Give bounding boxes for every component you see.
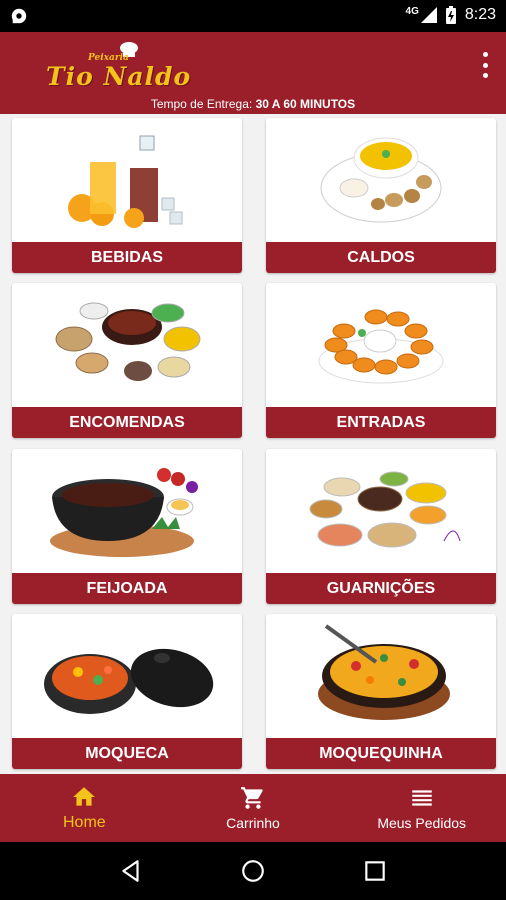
bottom-navigation: Home Carrinho Meus Pedidos [0, 774, 506, 842]
category-label: CALDOS [266, 242, 496, 273]
overflow-menu-icon[interactable] [480, 52, 490, 78]
category-card-caldos[interactable]: CALDOS [266, 118, 496, 273]
category-label: MOQUEQUINHA [266, 738, 496, 769]
orders-image [55, 302, 201, 381]
nav-home-label: Home [62, 814, 106, 831]
moqueca-image [44, 648, 214, 714]
category-card-bebidas[interactable]: BEBIDAS [12, 118, 242, 273]
network-type: 4G [405, 5, 419, 17]
side-dishes-image [309, 471, 461, 548]
status-bar: 4G 8:23 [0, 0, 506, 32]
delivery-time: Tempo de Entrega: 30 A 60 MINUTOS [0, 97, 506, 111]
home-circle-icon[interactable] [240, 858, 266, 884]
category-card-moqueca[interactable]: MOQUECA [12, 614, 242, 769]
moquequinha-image [318, 624, 450, 720]
appetizers-image [318, 309, 444, 384]
cart-icon [241, 787, 263, 809]
brand-logo: Peixaria Tio Naldo [44, 42, 190, 94]
category-label: FEIJOADA [12, 573, 242, 604]
status-time: 8:23 [464, 6, 496, 23]
category-label: BEBIDAS [12, 242, 242, 273]
delivery-label: Tempo de Entrega: [150, 97, 256, 111]
category-card-guarnicoes[interactable]: GUARNIÇÕES [266, 449, 496, 604]
notification-icon [11, 8, 27, 24]
nav-cart-label: Carrinho [226, 815, 280, 831]
list-icon [411, 790, 432, 806]
category-label: MOQUECA [12, 738, 242, 769]
category-card-encomendas[interactable]: ENCOMENDAS [12, 283, 242, 438]
battery-icon [445, 6, 456, 24]
category-card-entradas[interactable]: ENTRADAS [266, 283, 496, 438]
app-bar: Peixaria Tio Naldo Tempo de Entrega: 30 … [0, 32, 506, 114]
back-icon[interactable] [118, 858, 144, 884]
category-label: ENCOMENDAS [12, 407, 242, 438]
system-navigation-bar [0, 842, 506, 900]
broth-image [320, 137, 442, 223]
nav-orders-label: Meus Pedidos [377, 815, 467, 831]
drinks-image [68, 135, 183, 228]
recents-icon[interactable] [362, 858, 388, 884]
category-label: GUARNIÇÕES [266, 573, 496, 604]
signal-icon [420, 7, 437, 23]
logo-title: Tio Naldo [46, 62, 192, 91]
nav-home[interactable]: Home [0, 774, 169, 842]
delivery-value: 30 A 60 MINUTOS [255, 97, 356, 111]
home-icon [73, 787, 96, 806]
nav-orders[interactable]: Meus Pedidos [337, 774, 506, 842]
feijoada-image [50, 468, 198, 557]
nav-cart[interactable]: Carrinho [169, 774, 338, 842]
category-card-feijoada[interactable]: FEIJOADA [12, 449, 242, 604]
category-card-moquequinha[interactable]: MOQUEQUINHA [266, 614, 496, 769]
category-label: ENTRADAS [266, 407, 496, 438]
